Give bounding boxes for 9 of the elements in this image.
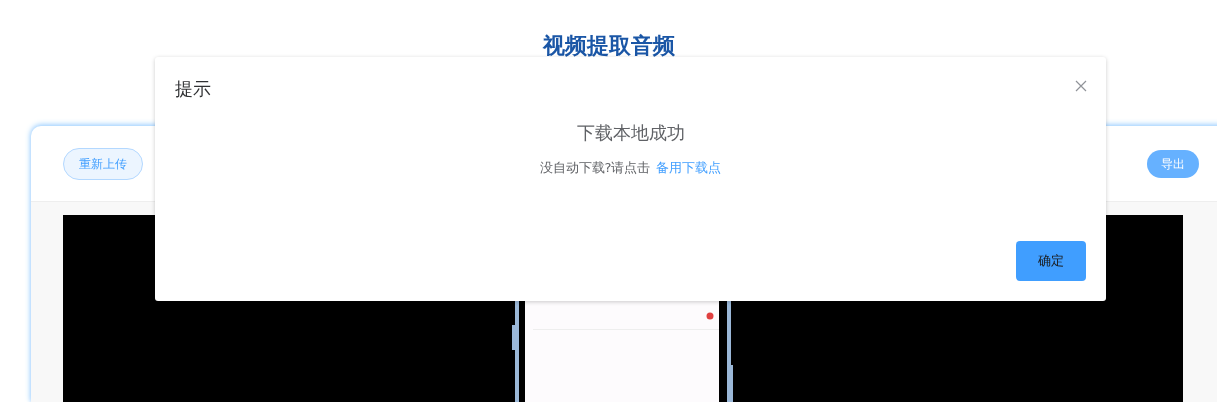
hint-text: 没自动下载?请点击 [539,160,651,175]
dialog-title: 提示 [175,77,211,101]
export-button[interactable]: 导出 [1147,150,1199,178]
page-title: 视频提取音频 [541,32,676,60]
dialog-message: 下载本地成功 [576,121,685,145]
confirm-button[interactable]: 确定 [1016,241,1086,281]
backup-download-link[interactable]: 备用下载点 [656,160,722,175]
close-button[interactable] [1074,79,1088,93]
reupload-button[interactable]: 重新上传 [63,148,143,180]
